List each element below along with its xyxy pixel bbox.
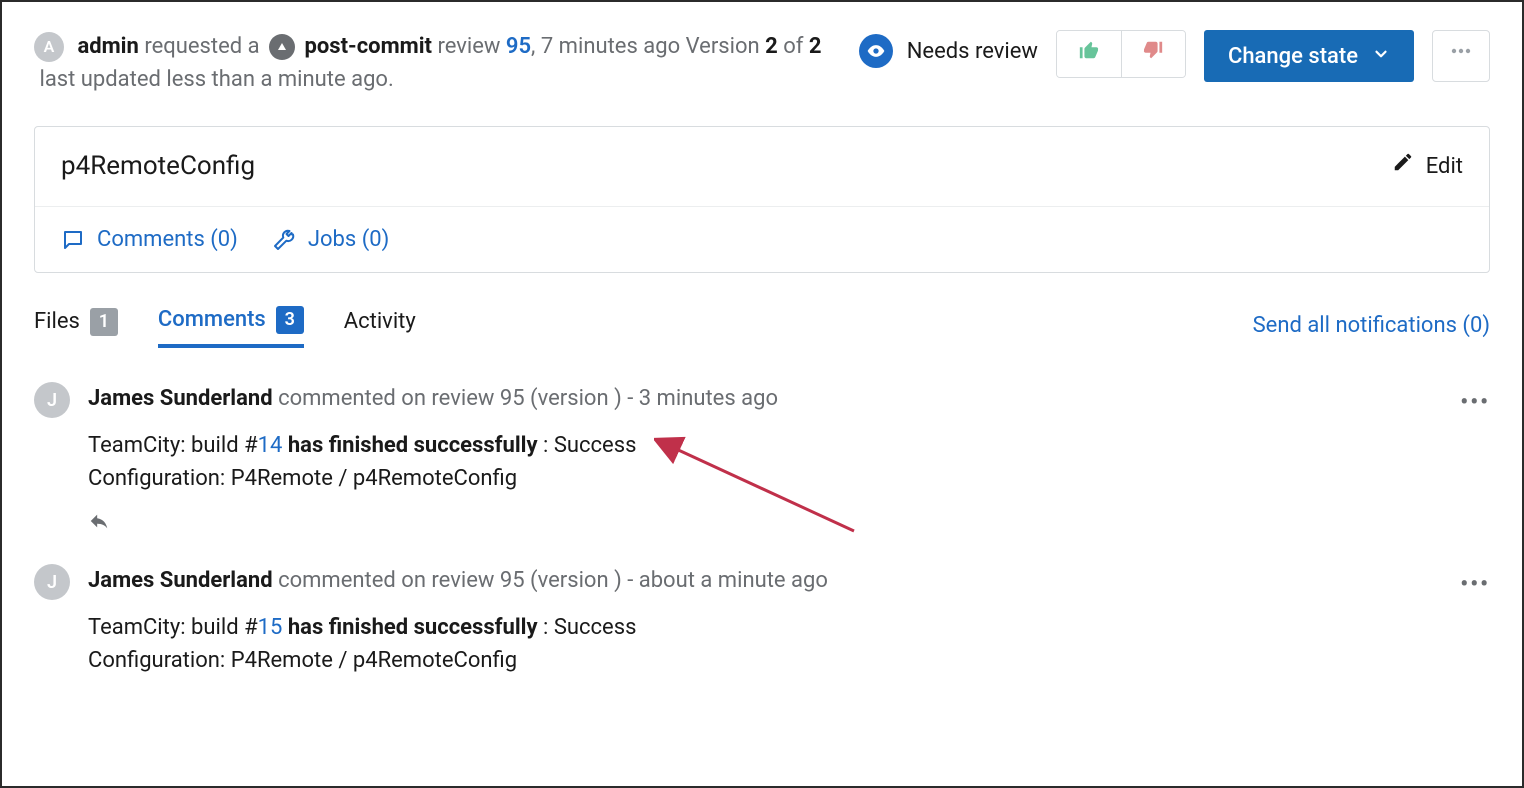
tab-files-label: Files [34, 305, 80, 338]
review-status: Needs review [859, 30, 1038, 68]
review-title: p4RemoteConfig [61, 147, 255, 186]
reply-button[interactable] [88, 509, 1442, 542]
edit-label: Edit [1426, 150, 1463, 183]
vote-buttons [1056, 30, 1186, 78]
requester-name[interactable]: admin [77, 34, 138, 59]
comment-avatar: J [34, 382, 70, 418]
comma: , [531, 34, 535, 59]
comment-more-button[interactable]: ••• [1460, 564, 1490, 677]
content-tabs: Files 1 Comments 3 Activity Send all not… [34, 303, 1490, 348]
comment-avatar: J [34, 564, 70, 600]
comments-label: Comments (0) [97, 223, 238, 256]
comment-author[interactable]: James Sunderland [88, 386, 273, 411]
requested-a-text: requested a [144, 34, 259, 59]
requester-avatar: A [34, 32, 64, 62]
change-state-button[interactable]: Change state [1204, 30, 1414, 82]
edit-icon [1392, 150, 1414, 183]
comment-more-button[interactable]: ••• [1460, 382, 1490, 548]
comment-meta: James Sunderland commented on review 95 … [88, 564, 1442, 597]
chevron-down-icon [1372, 40, 1390, 73]
comments-list: J James Sunderland commented on review 9… [34, 366, 1490, 677]
build-result-bold: has finished successfully [282, 615, 537, 640]
review-type: post-commit [305, 34, 432, 59]
last-updated-text: last updated less than a minute ago. [39, 67, 393, 92]
comment-author[interactable]: James Sunderland [88, 568, 273, 593]
tab-activity-label: Activity [344, 305, 416, 338]
tab-files-count: 1 [90, 308, 118, 336]
tab-files[interactable]: Files 1 [34, 305, 118, 346]
commit-type-icon [269, 34, 295, 60]
jobs-label: Jobs (0) [308, 223, 389, 256]
comment-item: J James Sunderland commented on review 9… [34, 366, 1490, 548]
comment-meta-text: commented on review 95 (version ) - abou… [278, 568, 828, 593]
build-prefix: TeamCity: build # [88, 615, 258, 640]
more-icon [1449, 39, 1473, 73]
build-config: Configuration: P4Remote / p4RemoteConfig [88, 466, 517, 491]
tab-comments[interactable]: Comments 3 [158, 303, 304, 348]
review-header: A admin requested a post-commit review 9… [34, 30, 1490, 96]
comment-item: J James Sunderland commented on review 9… [34, 548, 1490, 677]
header-meta: A admin requested a post-commit review 9… [34, 30, 841, 96]
vote-down-button[interactable] [1121, 31, 1185, 77]
build-result-suffix: : Success [538, 615, 637, 640]
tab-comments-count: 3 [276, 306, 304, 334]
edit-title-button[interactable]: Edit [1392, 150, 1463, 183]
review-id-link[interactable]: 95 [506, 34, 531, 59]
title-sub-row: Comments (0) Jobs (0) [35, 206, 1489, 272]
build-number-link[interactable]: 14 [258, 433, 283, 458]
build-number-link[interactable]: 15 [258, 615, 283, 640]
comment-text: TeamCity: build #15 has finished success… [88, 611, 1442, 677]
tab-comments-label: Comments [158, 303, 266, 336]
version-total: 2 [809, 34, 822, 59]
wrench-icon [272, 228, 296, 252]
tab-activity[interactable]: Activity [344, 305, 416, 346]
comments-link[interactable]: Comments (0) [61, 223, 238, 256]
status-label: Needs review [907, 35, 1038, 68]
version-current: 2 [765, 34, 778, 59]
review-relative-time: 7 minutes ago [541, 34, 680, 59]
version-of: of [783, 34, 803, 59]
build-config: Configuration: P4Remote / p4RemoteConfig [88, 648, 517, 673]
thumbs-down-icon [1142, 38, 1164, 71]
jobs-link[interactable]: Jobs (0) [272, 223, 389, 256]
comment-icon [61, 228, 85, 252]
build-result-bold: has finished successfully [282, 433, 537, 458]
review-label: review [437, 34, 500, 59]
vote-up-button[interactable] [1057, 31, 1121, 77]
review-title-box: p4RemoteConfig Edit Comments (0) Jobs (0… [34, 126, 1490, 273]
eye-icon [859, 34, 893, 68]
comment-meta-text: commented on review 95 (version ) - 3 mi… [278, 386, 778, 411]
build-prefix: TeamCity: build # [88, 433, 258, 458]
build-result-suffix: : Success [538, 433, 637, 458]
comment-meta: James Sunderland commented on review 95 … [88, 382, 1442, 415]
more-actions-button[interactable] [1432, 30, 1490, 82]
comment-text: TeamCity: build #14 has finished success… [88, 429, 1442, 495]
version-label: Version [686, 34, 760, 59]
change-state-label: Change state [1228, 40, 1358, 73]
send-notifications-link[interactable]: Send all notifications (0) [1253, 309, 1490, 342]
thumbs-up-icon [1078, 38, 1100, 71]
